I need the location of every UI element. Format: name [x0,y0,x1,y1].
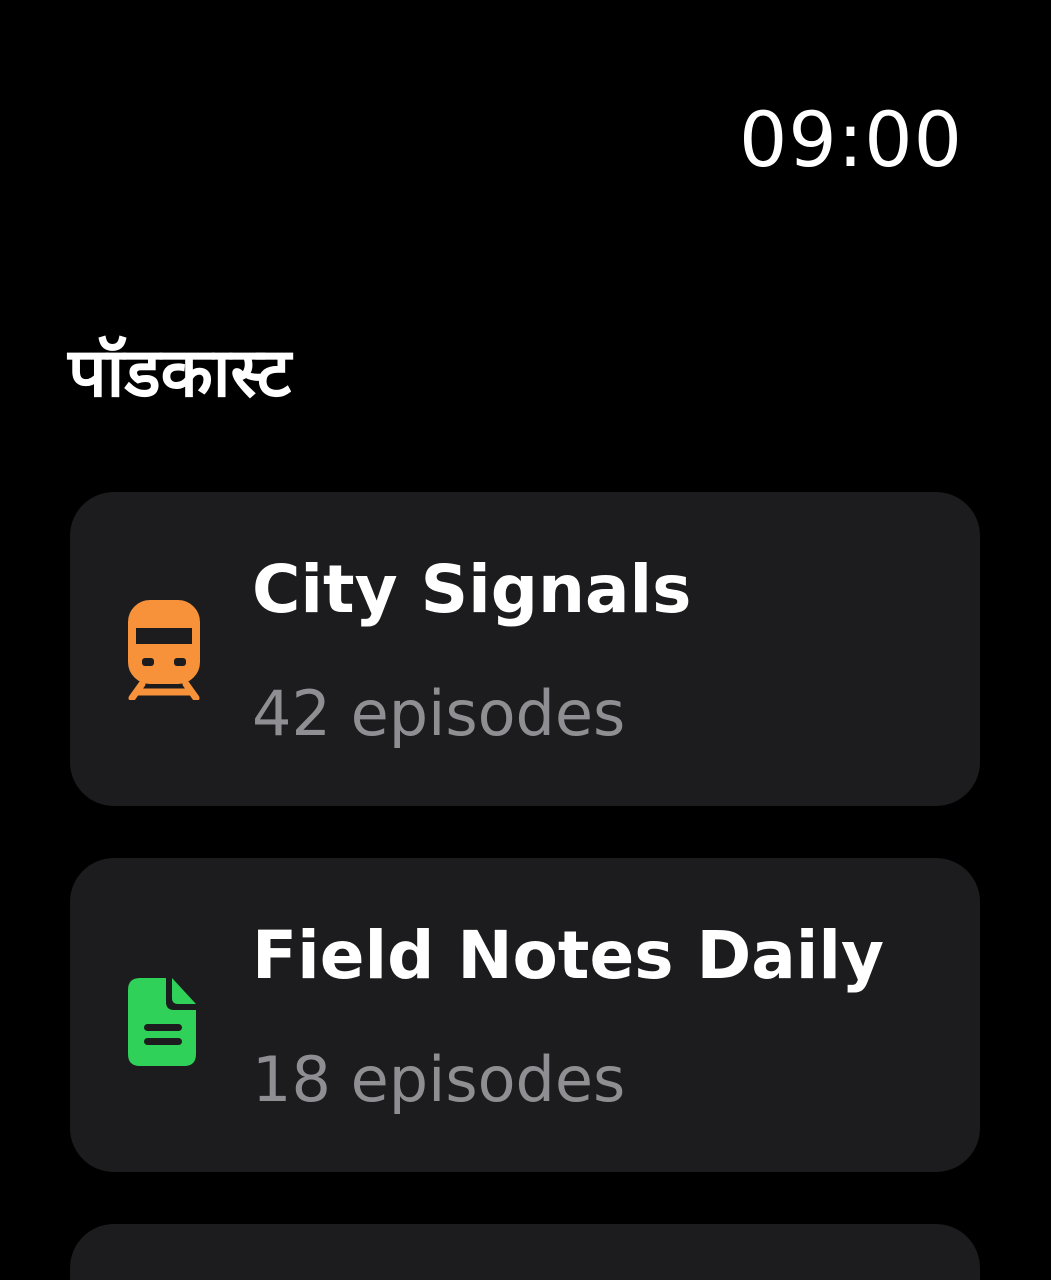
podcast-item-field-notes-daily[interactable]: Field Notes Daily 18 episodes [70,858,980,1172]
train-icon [128,600,200,700]
episode-count: 42 episodes [252,677,626,750]
podcast-title: City Signals [252,551,692,628]
podcast-item-partial[interactable] [70,1224,980,1280]
status-time: 09:00 [738,95,963,184]
document-icon [128,974,200,1074]
podcast-list: City Signals 42 episodes Field Notes Dai… [70,492,980,1280]
page-title: पॉडकास्ट [68,334,292,413]
podcast-title: Field Notes Daily [252,917,885,994]
podcast-item-city-signals[interactable]: City Signals 42 episodes [70,492,980,806]
episode-count: 18 episodes [252,1043,626,1116]
